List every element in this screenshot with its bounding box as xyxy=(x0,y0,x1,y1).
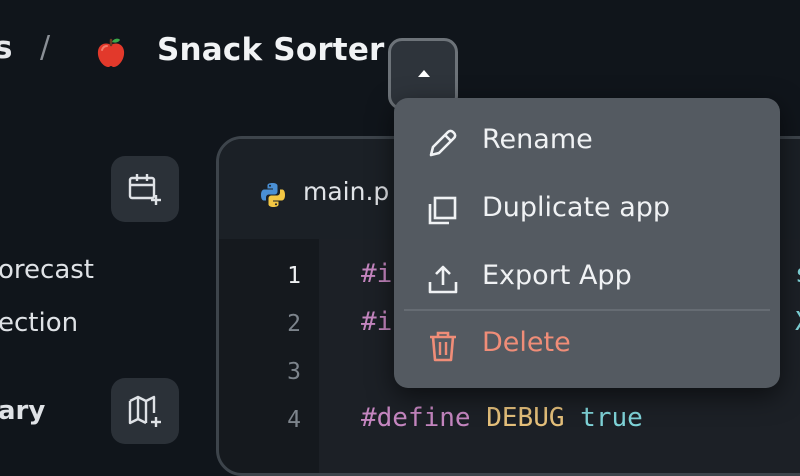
menu-item-export[interactable]: Export App xyxy=(394,246,780,312)
menu-item-delete[interactable]: Delete xyxy=(394,313,780,379)
app-actions-menu: Rename Duplicate app Export App Delete xyxy=(394,98,780,388)
breadcrumb-separator: / xyxy=(40,30,51,65)
menu-item-label: Duplicate app xyxy=(482,192,671,223)
code-token-directive: #define xyxy=(361,403,471,433)
code-line: #i xyxy=(361,259,392,289)
sidebar-item-detection[interactable]: ection xyxy=(0,308,78,338)
line-number: 1 xyxy=(287,263,301,289)
code-line-tail: X. xyxy=(795,307,800,337)
pencil-icon xyxy=(429,129,457,157)
code-token-macro: DEBUG xyxy=(486,403,565,433)
editor-tab-label[interactable]: main.p xyxy=(303,177,389,206)
menu-item-label: Delete xyxy=(482,327,571,358)
menu-item-rename[interactable]: Rename xyxy=(394,110,780,176)
code-token-value: true xyxy=(580,403,643,433)
add-calendar-button[interactable] xyxy=(111,156,179,222)
code-line: #i xyxy=(361,307,392,337)
sidebar-item-forecast[interactable]: orecast xyxy=(0,255,94,285)
app-title[interactable]: Snack Sorter xyxy=(157,32,385,68)
add-calendar-icon xyxy=(128,174,161,205)
python-icon xyxy=(259,181,287,213)
trash-icon xyxy=(430,331,456,362)
apple-icon xyxy=(94,36,128,70)
line-number: 4 xyxy=(287,407,301,433)
caret-up-icon xyxy=(418,70,430,77)
breadcrumb-previous[interactable]: s xyxy=(0,30,12,66)
code-line-tail: sc xyxy=(795,259,800,289)
menu-divider xyxy=(404,309,770,311)
code-token-directive: #i xyxy=(361,307,393,337)
code-token-directive: #i xyxy=(361,259,393,289)
sidebar-section-library: ary xyxy=(0,396,46,426)
add-map-button[interactable] xyxy=(111,378,179,444)
line-number: 2 xyxy=(287,311,301,337)
export-icon xyxy=(428,265,458,294)
menu-item-label: Rename xyxy=(482,124,593,155)
menu-item-label: Export App xyxy=(482,260,632,291)
add-map-icon xyxy=(128,395,161,427)
duplicate-icon xyxy=(428,196,457,225)
line-number: 3 xyxy=(287,359,301,385)
code-line: #define DEBUG true xyxy=(361,403,643,433)
breadcrumb: s / Snack Sorter xyxy=(0,22,800,110)
menu-item-duplicate[interactable]: Duplicate app xyxy=(394,178,780,244)
